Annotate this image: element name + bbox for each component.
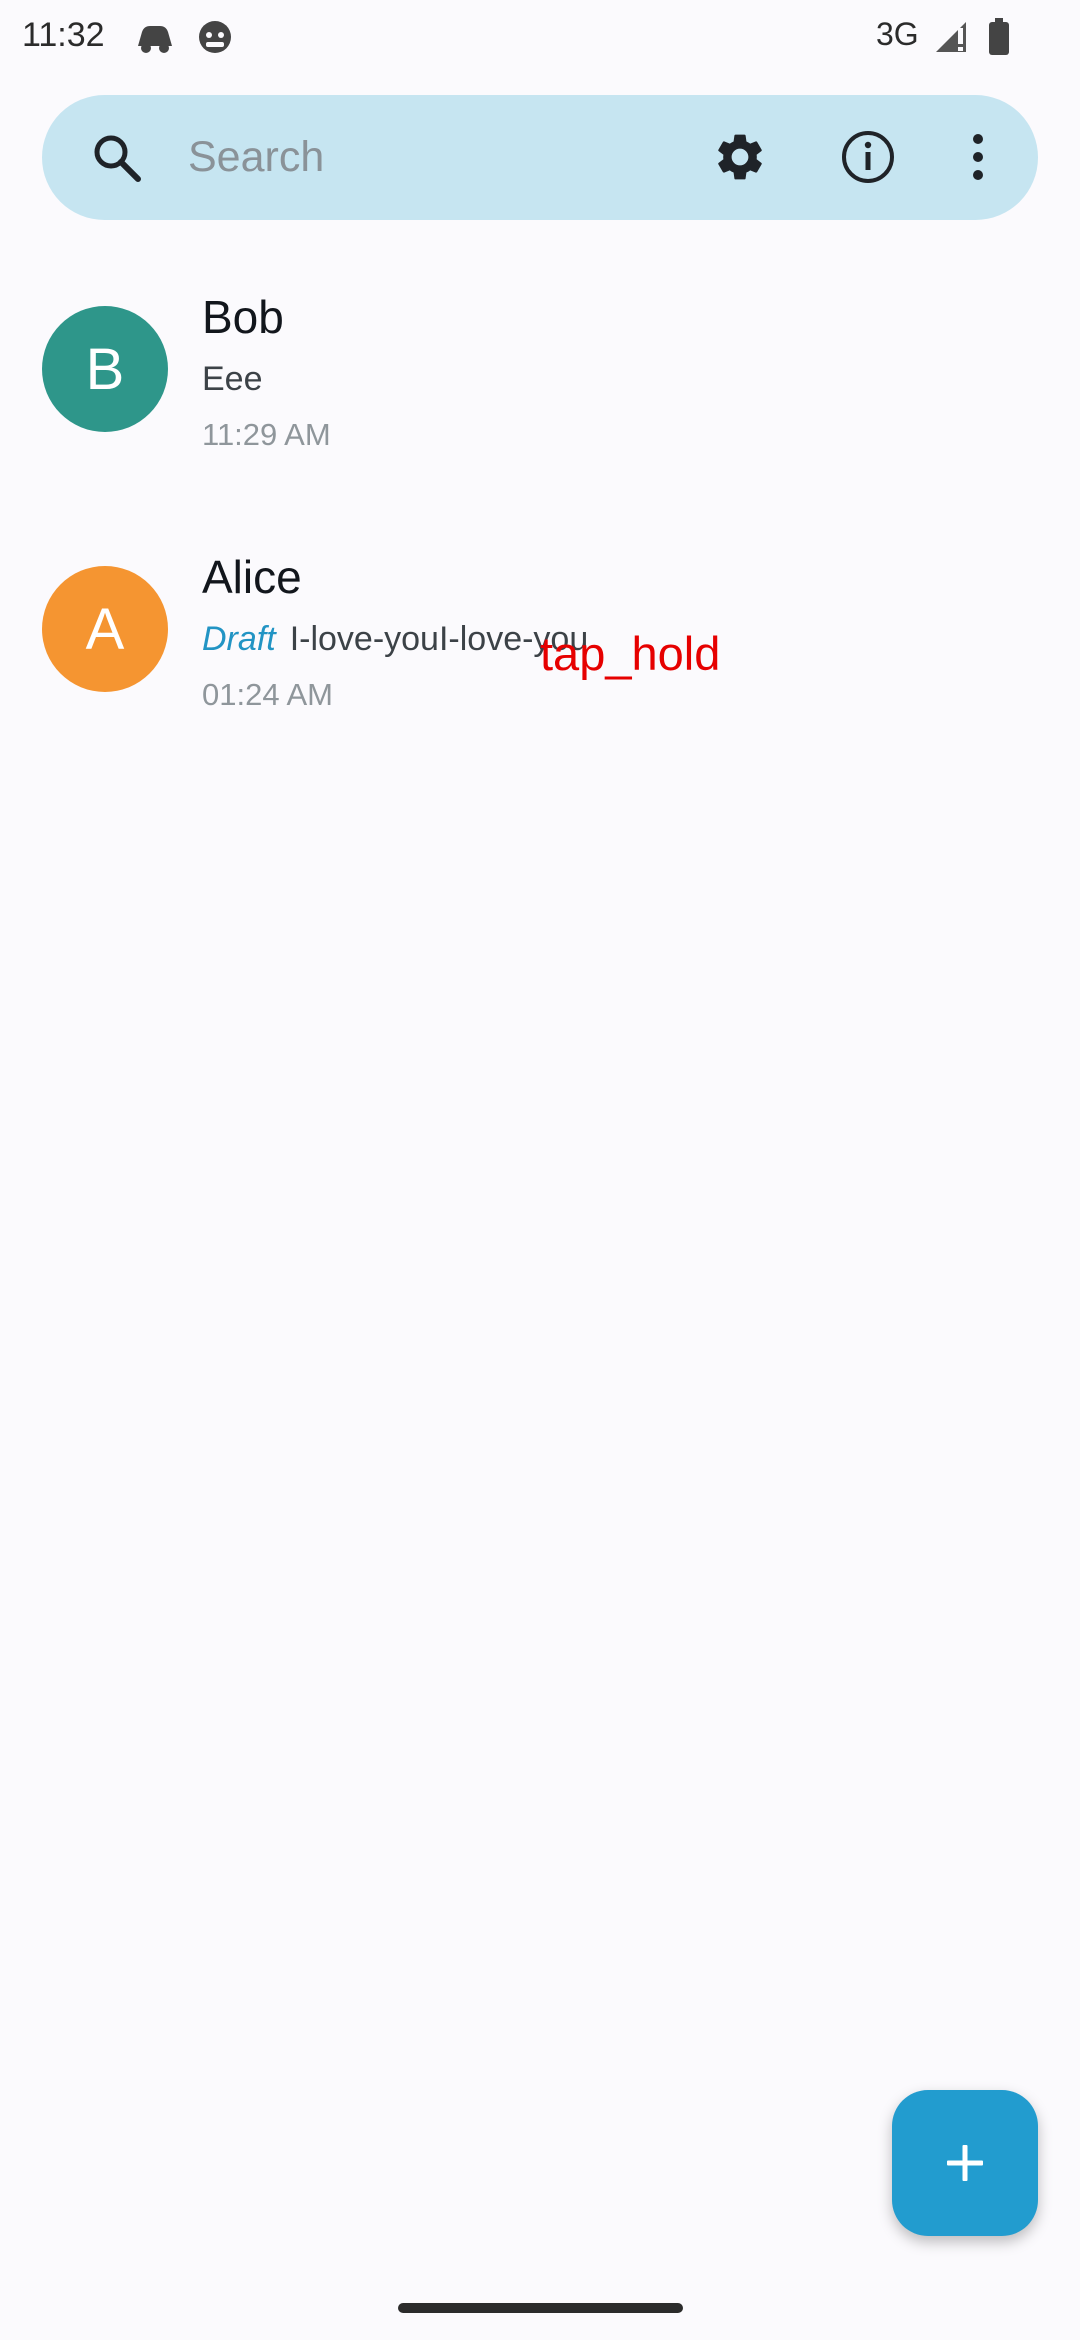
chat-list-item-bob[interactable]: B Bob Eee 11:29 AM <box>0 250 1080 490</box>
chat-time: 01:24 AM <box>202 677 333 712</box>
status-bar: 11:32 3G <box>0 0 1080 74</box>
network-type: 3G <box>876 16 919 52</box>
avatar-letter: A <box>85 596 125 662</box>
notification-android-icon <box>196 18 234 61</box>
draft-label: Draft <box>202 620 276 658</box>
signal-icon <box>934 20 970 59</box>
chat-last-message: Draft I-love-youI-love-you <box>202 620 588 659</box>
action-annotation-label: tap_hold <box>540 627 721 680</box>
search-icon <box>90 131 144 185</box>
info-icon <box>842 131 894 183</box>
avatar-bob: B <box>42 306 168 432</box>
info-button[interactable] <box>833 122 903 192</box>
chat-time: 11:29 AM <box>202 417 331 452</box>
settings-icon <box>718 134 762 180</box>
plus-icon <box>947 2145 983 2181</box>
avatar-alice: A <box>42 566 168 692</box>
chat-last-message: Eee <box>202 360 263 398</box>
search-input[interactable] <box>188 121 708 193</box>
notification-app-icon <box>134 18 176 61</box>
more-options-button[interactable] <box>943 122 1013 192</box>
more-options-icon <box>973 134 983 180</box>
gesture-nav-bar[interactable] <box>398 2303 683 2313</box>
avatar-letter: B <box>85 336 125 402</box>
settings-button[interactable] <box>705 122 775 192</box>
search-bar <box>42 95 1038 220</box>
battery-icon <box>988 18 1010 61</box>
chat-name: Alice <box>202 551 302 603</box>
chat-name: Bob <box>202 291 284 343</box>
status-time: 11:32 <box>22 16 105 54</box>
new-chat-button[interactable] <box>892 2090 1038 2236</box>
